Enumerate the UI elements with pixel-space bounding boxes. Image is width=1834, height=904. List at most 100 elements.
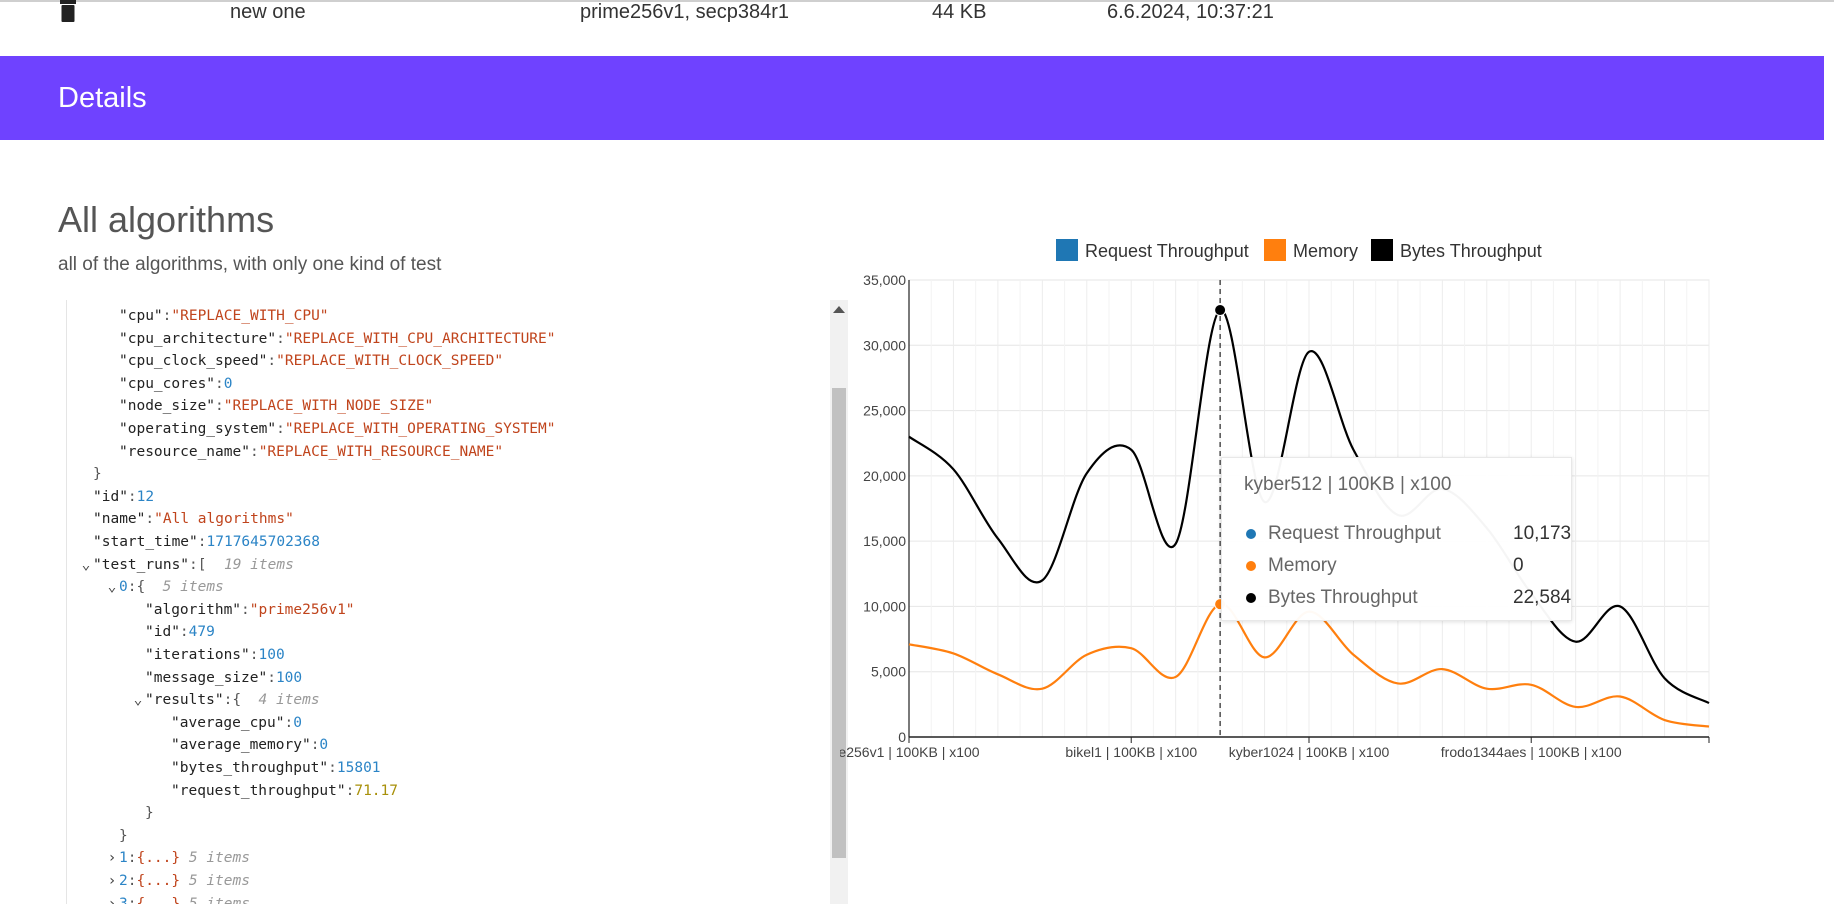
json-count: 4 items bbox=[249, 692, 320, 709]
json-line[interactable]: ⌄ "test_runs":[ 19 items bbox=[79, 556, 294, 574]
x-tick-label: e256v1 | 100KB | x100 bbox=[840, 744, 980, 760]
json-line[interactable]: › 2:{...} 5 items bbox=[105, 872, 250, 890]
json-value: 12 bbox=[136, 488, 155, 505]
tooltip-series-value: 10,173 bbox=[1513, 523, 1572, 544]
json-line: "id":479 bbox=[145, 624, 215, 641]
json-value: "REPLACE_WITH_OPERATING_SYSTEM" bbox=[284, 421, 556, 437]
json-count: 5 items bbox=[153, 579, 224, 596]
legend-label: Bytes Throughput bbox=[1400, 241, 1542, 261]
json-value: "prime256v1" bbox=[249, 601, 355, 618]
json-value: "REPLACE_WITH_NODE_SIZE" bbox=[223, 398, 434, 415]
json-key: "results" bbox=[145, 692, 224, 709]
json-count: 5 items bbox=[180, 850, 250, 867]
json-line: "message_size":100 bbox=[145, 669, 303, 686]
x-tick-label: kyber1024 | 100KB | x100 bbox=[1229, 744, 1390, 760]
json-line: "resource_name":"REPLACE_WITH_RESOURCE_N… bbox=[119, 443, 504, 460]
json-value: 479 bbox=[188, 624, 215, 641]
json-line: "bytes_throughput":15801 bbox=[171, 760, 381, 776]
details-title: Details bbox=[58, 82, 147, 114]
json-line: } bbox=[145, 804, 154, 822]
json-viewer[interactable]: "cpu":"REPLACE_WITH_CPU" "cpu_architectur… bbox=[66, 300, 827, 904]
section-subtitle: all of the algorithms, with only one kin… bbox=[58, 254, 442, 275]
tooltip-series-name: Request Throughput bbox=[1268, 523, 1441, 544]
file-algorithms: prime256v1, secp384r1 bbox=[580, 1, 790, 23]
json-key: "test_runs" bbox=[93, 556, 190, 573]
json-collapsed: {...} bbox=[136, 895, 181, 904]
json-key: "operating_system" bbox=[119, 421, 277, 437]
json-key: "iterations" bbox=[145, 647, 250, 663]
x-tick-label: frodo1344aes | 100KB | x100 bbox=[1441, 744, 1622, 760]
legend-swatch bbox=[1056, 239, 1078, 261]
json-line: "algorithm":"prime256v1" bbox=[145, 601, 355, 618]
json-collapsed: {...} bbox=[136, 850, 181, 867]
json-key: "message_size" bbox=[145, 669, 268, 686]
chevron-right-icon[interactable]: › bbox=[105, 872, 119, 890]
json-bracket: } bbox=[145, 805, 154, 822]
tooltip-dot bbox=[1246, 529, 1256, 539]
hover-point bbox=[1214, 304, 1227, 317]
json-line[interactable]: ⌄ 0:{ 5 items bbox=[105, 578, 224, 596]
tooltip-row: Memory 0 bbox=[1244, 554, 1564, 578]
json-key: 3 bbox=[119, 895, 128, 904]
chevron-down-icon[interactable]: ⌄ bbox=[105, 578, 119, 596]
json-key: 0 bbox=[119, 579, 128, 596]
json-line: "node_size":"REPLACE_WITH_NODE_SIZE" bbox=[119, 398, 434, 415]
json-line: "cpu_cores":0 bbox=[119, 375, 233, 392]
json-key: "resource_name" bbox=[119, 443, 250, 460]
json-line: } bbox=[93, 465, 102, 483]
json-key: "name" bbox=[93, 511, 146, 528]
json-count: 5 items bbox=[180, 873, 250, 889]
json-value: 0 bbox=[319, 737, 329, 754]
y-tick-label: 35,000 bbox=[863, 272, 906, 288]
json-line[interactable]: › 1:{...} 5 items bbox=[105, 849, 250, 867]
chart-tooltip: kyber512 | 100KB | x100 Request Throughp… bbox=[1221, 457, 1572, 621]
chevron-down-icon[interactable]: ⌄ bbox=[79, 556, 93, 574]
json-line: "average_memory":0 bbox=[171, 737, 329, 754]
legend-swatch bbox=[1264, 239, 1286, 261]
json-value: 15801 bbox=[336, 760, 381, 776]
json-line[interactable]: › 3:{...} 5 items bbox=[105, 895, 250, 904]
json-value: "REPLACE_WITH_RESOURCE_NAME" bbox=[258, 443, 504, 460]
legend-label: Memory bbox=[1293, 241, 1359, 261]
file-row[interactable]: new one prime256v1, secp384r1 44 KB 6.6.… bbox=[0, 0, 1834, 32]
json-value: 0 bbox=[223, 375, 233, 392]
tooltip-row: Bytes Throughput 22,584 bbox=[1244, 586, 1571, 610]
y-tick-label: 30,000 bbox=[863, 337, 906, 353]
json-line: "cpu":"REPLACE_WITH_CPU" bbox=[119, 308, 329, 324]
trash-icon[interactable] bbox=[58, 0, 78, 24]
chevron-right-icon[interactable]: › bbox=[105, 895, 119, 904]
json-line: "iterations":100 bbox=[145, 647, 285, 663]
json-line: "cpu_clock_speed":"REPLACE_WITH_CLOCK_SP… bbox=[119, 353, 504, 370]
json-key: "cpu_clock_speed" bbox=[119, 353, 268, 370]
json-bracket: [ bbox=[197, 556, 216, 573]
y-tick-label: 5,000 bbox=[871, 664, 906, 680]
json-value: "All algorithms" bbox=[154, 511, 294, 528]
json-bracket: } bbox=[93, 466, 102, 483]
json-bracket: } bbox=[119, 827, 128, 844]
json-key: "request_throughput" bbox=[171, 782, 346, 799]
json-bracket: { bbox=[232, 692, 250, 709]
json-key: "average_memory" bbox=[171, 737, 311, 754]
json-line: "average_cpu":0 bbox=[171, 714, 302, 731]
tooltip-dot bbox=[1246, 561, 1256, 571]
details-header: Details bbox=[0, 56, 1824, 140]
y-tick-label: 15,000 bbox=[863, 533, 906, 549]
json-key: "node_size" bbox=[119, 398, 216, 415]
json-line: "cpu_architecture":"REPLACE_WITH_CPU_ARC… bbox=[119, 330, 556, 347]
tooltip-row: Request Throughput 10,173 bbox=[1244, 522, 1571, 546]
json-value: "REPLACE_WITH_CPU" bbox=[171, 308, 329, 324]
chevron-down-icon[interactable]: ⌄ bbox=[131, 691, 145, 709]
tooltip-title: kyber512 | 100KB | x100 bbox=[1244, 474, 1452, 495]
json-value: "REPLACE_WITH_CPU_ARCHITECTURE" bbox=[284, 330, 556, 347]
json-line: } bbox=[119, 827, 128, 845]
y-tick-label: 0 bbox=[898, 729, 906, 745]
json-key: "algorithm" bbox=[145, 601, 242, 618]
file-name: new one bbox=[230, 1, 306, 23]
json-key: 2 bbox=[119, 873, 128, 889]
json-line: "name":"All algorithms" bbox=[93, 511, 294, 528]
chevron-right-icon[interactable]: › bbox=[105, 849, 119, 867]
tooltip-series-name: Memory bbox=[1268, 555, 1337, 576]
json-value: 100 bbox=[275, 669, 303, 686]
json-line[interactable]: ⌄ "results":{ 4 items bbox=[131, 691, 320, 709]
json-count: 19 items bbox=[215, 556, 294, 573]
